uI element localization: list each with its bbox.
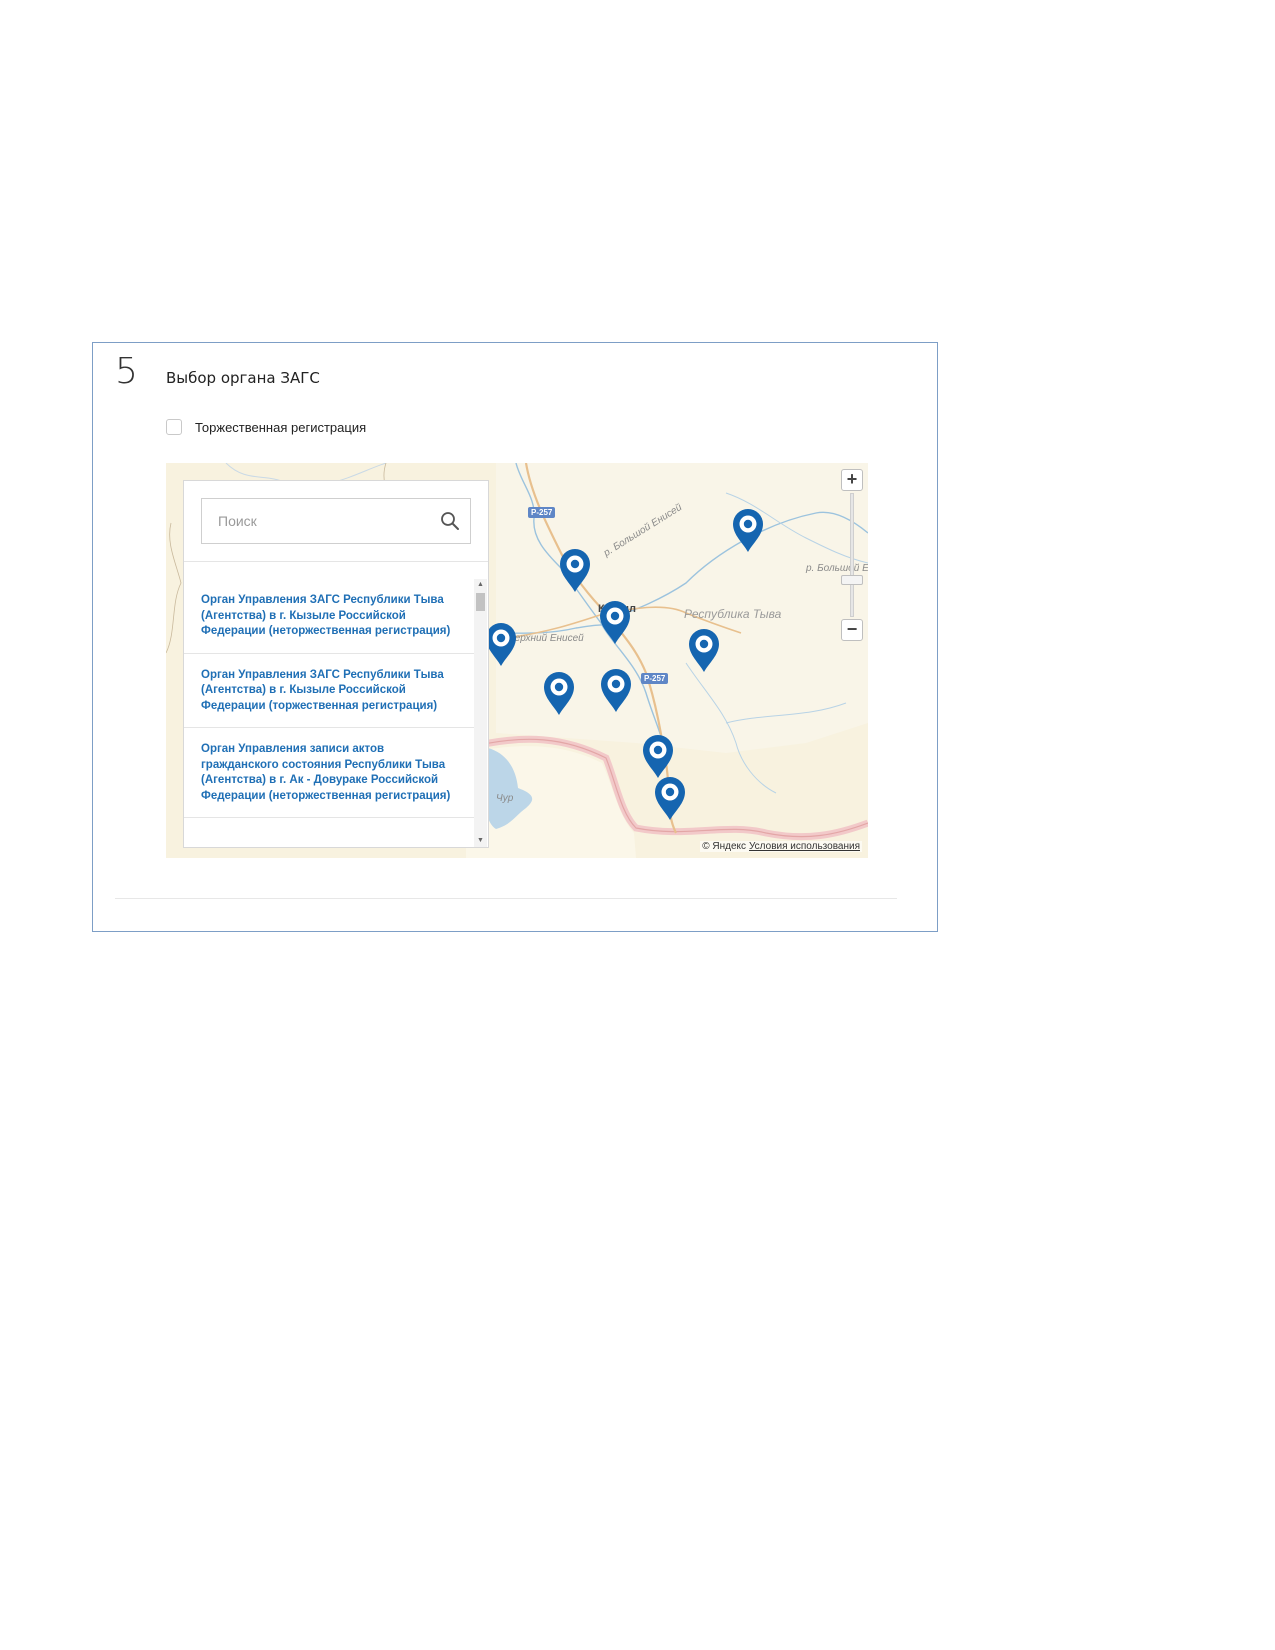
search-icon[interactable] xyxy=(440,511,460,531)
solemn-registration-label: Торжественная регистрация xyxy=(195,419,367,435)
map-pin[interactable] xyxy=(484,621,518,667)
map-pin[interactable] xyxy=(653,775,687,821)
scroll-down-icon[interactable]: ▼ xyxy=(474,835,487,847)
map[interactable]: р. Большой Енисей р. Большой Ени Верхний… xyxy=(166,463,868,858)
list-item[interactable]: Орган Управления ЗАГС Республики Тыва (А… xyxy=(184,654,474,728)
road-badge: Р-257 xyxy=(641,673,669,684)
map-pin[interactable] xyxy=(687,627,721,673)
solemn-registration-checkbox[interactable] xyxy=(166,419,182,435)
map-pin[interactable] xyxy=(598,599,632,645)
scroll-thumb[interactable] xyxy=(476,593,485,611)
lake-label: Чур xyxy=(496,793,514,804)
terms-link[interactable]: Условия использования xyxy=(749,841,860,852)
scroll-up-icon[interactable]: ▲ xyxy=(474,579,487,591)
zoom-out-button[interactable]: − xyxy=(841,619,863,641)
map-pin[interactable] xyxy=(641,733,675,779)
section-divider xyxy=(115,898,897,899)
river-label: р. Большой Ени xyxy=(806,563,868,574)
zoom-slider-handle[interactable] xyxy=(841,575,863,585)
zoom-slider-track[interactable] xyxy=(850,493,854,617)
map-pin[interactable] xyxy=(542,670,576,716)
zoom-in-button[interactable]: + xyxy=(841,469,863,491)
step-card: 5 Выбор органа ЗАГС Торжественная регист… xyxy=(92,342,938,932)
map-pin[interactable] xyxy=(558,547,592,593)
office-list: Орган Управления ЗАГС Республики Тыва (А… xyxy=(184,579,474,847)
list-item[interactable]: Орган Управления записи актов гражданско… xyxy=(184,728,474,818)
office-list-panel: Орган Управления ЗАГС Республики Тыва (А… xyxy=(183,480,489,848)
list-scrollbar[interactable]: ▲ ▼ xyxy=(474,579,487,847)
copyright-text: © Яндекс xyxy=(702,841,746,852)
step-number: 5 xyxy=(115,351,138,392)
list-item[interactable]: Орган Управления ЗАГС Республики Тыва (А… xyxy=(184,579,474,654)
step-title: Выбор органа ЗАГС xyxy=(166,369,320,387)
search-box[interactable] xyxy=(201,498,471,544)
region-label: Республика Тыва xyxy=(684,607,782,621)
solemn-registration-row[interactable]: Торжественная регистрация xyxy=(166,419,366,435)
map-pin[interactable] xyxy=(599,667,633,713)
river-label: Верхний Енисей xyxy=(508,633,584,644)
road-badge: Р-257 xyxy=(528,507,556,518)
map-copyright: © Яндекс Условия использования xyxy=(700,841,862,852)
search-input[interactable] xyxy=(202,499,448,543)
panel-divider xyxy=(184,561,488,562)
map-pin[interactable] xyxy=(731,507,765,553)
